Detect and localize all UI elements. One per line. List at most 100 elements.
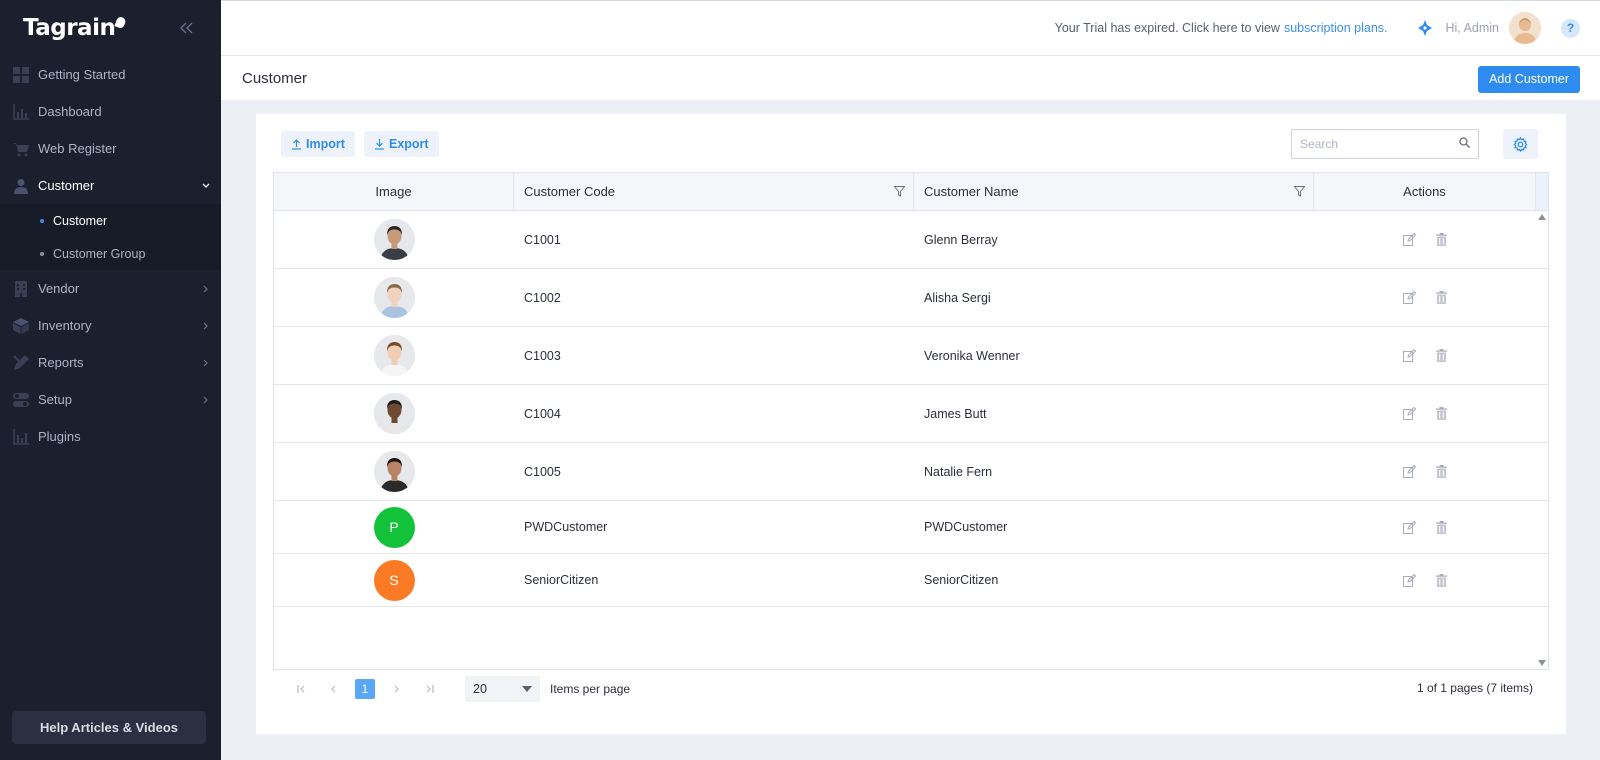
column-header-actions: Actions [1314, 173, 1536, 210]
user-icon [12, 177, 30, 195]
chevron-right-icon [201, 358, 211, 368]
table-row[interactable]: P PWDCustomer PWDCustomer [274, 501, 1548, 554]
cell-customer-code: C1001 [524, 232, 561, 247]
edit-icon[interactable] [1401, 232, 1417, 248]
sidebar-item-setup[interactable]: Setup [0, 381, 221, 418]
cell-actions [1314, 464, 1536, 480]
pencil-ruler-icon [12, 354, 30, 372]
bullet-icon [40, 218, 44, 223]
delete-icon[interactable] [1433, 290, 1449, 306]
sidebar-item-web-register[interactable]: Web Register [0, 130, 221, 167]
cell-image [274, 443, 514, 500]
user-avatar[interactable] [1509, 12, 1541, 44]
chevron-right-icon [394, 685, 399, 693]
delete-icon[interactable] [1433, 348, 1449, 364]
delete-icon[interactable] [1433, 572, 1449, 588]
column-header-label: Image [375, 184, 412, 199]
table-row[interactable]: C1004 James Butt [274, 385, 1548, 443]
sidebar: Tagrain Getting Started Dashboard Web Re… [0, 0, 221, 760]
sidebar-subitem-customer-group[interactable]: Customer Group [0, 237, 221, 270]
page-size-select[interactable]: 20 [465, 676, 540, 702]
cell-actions [1314, 232, 1536, 248]
delete-icon[interactable] [1433, 464, 1449, 480]
cell-actions [1314, 406, 1536, 422]
items-per-page-label: Items per page [550, 682, 631, 696]
scroll-down-icon[interactable] [1538, 660, 1546, 666]
column-header-customer-code[interactable]: Customer Code [514, 173, 914, 210]
grid-rows: C1001 Glenn Berray C1002 Alisha Sergi C1003 V… [274, 211, 1548, 607]
customer-photo [373, 335, 415, 376]
search-field [1291, 129, 1479, 159]
table-row[interactable]: C1005 Natalie Fern [274, 443, 1548, 501]
cart-icon [12, 140, 30, 158]
grid-header: Image Customer Code Customer Name Action… [274, 173, 1548, 211]
table-row[interactable]: C1003 Veronika Wenner [274, 327, 1548, 385]
edit-icon[interactable] [1401, 290, 1417, 306]
customer-initial-avatar: P [373, 506, 415, 548]
delete-icon[interactable] [1433, 232, 1449, 248]
help-icon[interactable]: ? [1561, 18, 1580, 38]
table-row[interactable]: C1001 Glenn Berray [274, 211, 1548, 269]
next-page-button[interactable] [387, 679, 407, 699]
sidebar-item-vendor[interactable]: Vendor [0, 270, 221, 307]
sidebar-subitem-customer[interactable]: Customer [0, 204, 221, 237]
add-customer-button[interactable]: Add Customer [1478, 65, 1580, 93]
filter-icon[interactable] [894, 186, 905, 197]
sidebar-item-reports[interactable]: Reports [0, 344, 221, 381]
brand-name: Tagrain [23, 15, 116, 41]
cell-actions [1314, 572, 1536, 588]
import-button[interactable]: Import [281, 131, 355, 157]
cell-customer-code: C1002 [524, 290, 561, 305]
page-number-button[interactable]: 1 [355, 679, 375, 699]
grid-body: C1001 Glenn Berray C1002 Alisha Sergi C1003 V… [274, 211, 1548, 669]
chevron-down-icon [201, 181, 211, 191]
topbar: Your Trial has expired. Click here to vi… [221, 0, 1600, 56]
export-button[interactable]: Export [364, 131, 439, 157]
sidebar-item-label: Web Register [38, 141, 117, 156]
edit-icon[interactable] [1401, 519, 1417, 535]
column-header-image[interactable]: Image [274, 173, 514, 210]
last-page-button[interactable] [419, 679, 439, 699]
scroll-up-icon[interactable] [1538, 214, 1546, 220]
first-page-icon [296, 685, 304, 693]
sidebar-item-plugins[interactable]: Plugins [0, 418, 221, 455]
table-row[interactable]: C1002 Alisha Sergi [274, 269, 1548, 327]
column-settings-button[interactable] [1503, 129, 1538, 159]
first-page-button[interactable] [291, 679, 311, 699]
download-icon [374, 138, 385, 150]
cell-customer-code: PWDCustomer [524, 520, 608, 534]
sidebar-item-label: Reports [38, 355, 84, 370]
sidebar-item-customer[interactable]: Customer [0, 167, 221, 204]
caret-down-icon [522, 686, 532, 692]
column-header-customer-name[interactable]: Customer Name [914, 173, 1314, 210]
edit-icon[interactable] [1401, 572, 1417, 588]
chevron-right-icon [201, 284, 211, 294]
bar-chart-icon [12, 103, 30, 121]
edit-icon[interactable] [1401, 348, 1417, 364]
delete-icon[interactable] [1433, 519, 1449, 535]
collapse-sidebar-button[interactable] [177, 18, 197, 38]
table-row[interactable]: S SeniorCitizen SeniorCitizen [274, 554, 1548, 607]
sidebar-item-label: Plugins [38, 429, 81, 444]
trial-notice: Your Trial has expired. Click here to vi… [1055, 21, 1388, 35]
cell-customer-name: Alisha Sergi [924, 290, 991, 305]
search-input[interactable] [1300, 137, 1459, 151]
sidebar-item-inventory[interactable]: Inventory [0, 307, 221, 344]
edit-icon[interactable] [1401, 406, 1417, 422]
sidebar-item-getting-started[interactable]: Getting Started [0, 56, 221, 93]
cell-customer-name: James Butt [924, 406, 987, 421]
vertical-scrollbar[interactable] [1536, 211, 1548, 669]
subscription-plans-link[interactable]: subscription plans. [1284, 21, 1388, 35]
filter-icon[interactable] [1294, 186, 1305, 197]
brand-logo[interactable]: Tagrain [23, 15, 127, 41]
sidebar-item-dashboard[interactable]: Dashboard [0, 93, 221, 130]
sparkle-icon[interactable] [1416, 19, 1434, 37]
sidebar-item-label: Customer [38, 178, 95, 193]
help-articles-button[interactable]: Help Articles & Videos [12, 711, 206, 744]
delete-icon[interactable] [1433, 406, 1449, 422]
edit-icon[interactable] [1401, 464, 1417, 480]
search-icon[interactable] [1459, 135, 1470, 153]
grid-icon [12, 66, 30, 84]
column-header-label: Actions [1403, 184, 1446, 199]
previous-page-button[interactable] [323, 679, 343, 699]
